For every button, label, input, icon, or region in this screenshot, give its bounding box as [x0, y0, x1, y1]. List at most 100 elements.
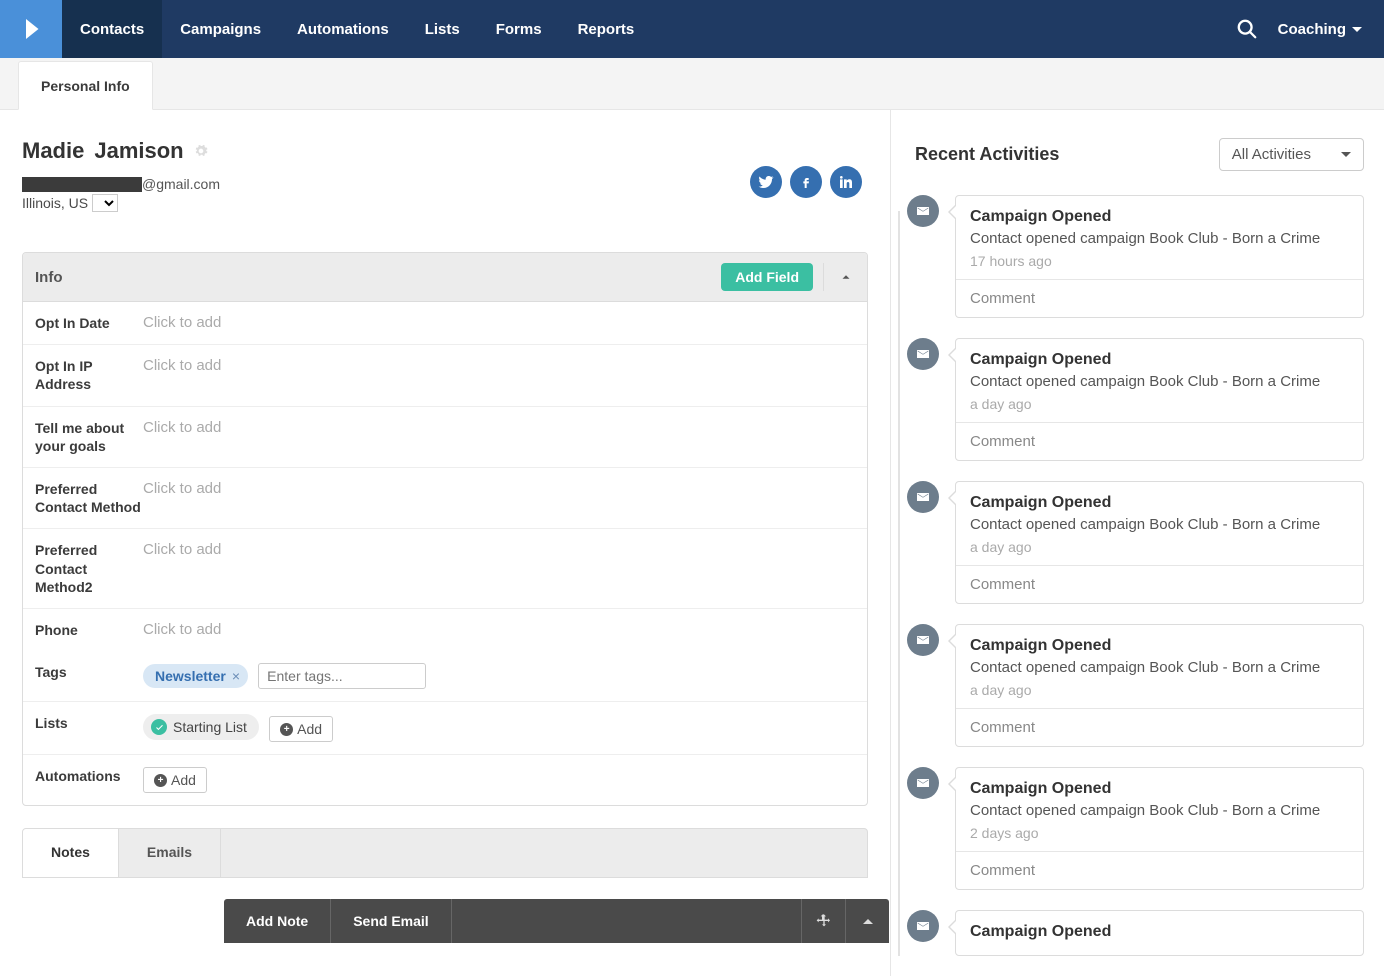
- list-chip[interactable]: Starting List: [143, 714, 259, 740]
- activity-title: Campaign Opened: [970, 923, 1349, 941]
- tags-input[interactable]: [258, 663, 426, 689]
- field-label: Preferred Contact Method: [35, 480, 143, 516]
- move-icon: [816, 913, 832, 929]
- add-field-button[interactable]: Add Field: [721, 263, 813, 291]
- activity-item: Campaign Opened Contact opened campaign B…: [947, 767, 1364, 890]
- activity-item: Campaign OpenedContact opened campaign B…: [947, 481, 1364, 604]
- collapse-toggle[interactable]: [823, 263, 867, 291]
- field-label: Tell me about your goals: [35, 419, 143, 455]
- list-label: Starting List: [173, 719, 247, 735]
- activity-description: Contact opened campaign Book Club - Born…: [970, 373, 1349, 390]
- activity-card: Campaign Opened Contact opened campaign B…: [955, 195, 1364, 318]
- mail-icon: [907, 767, 939, 799]
- contact-email[interactable]: @gmail.com: [22, 176, 868, 192]
- activity-title: Campaign Opened: [970, 208, 1349, 226]
- activity-time: 2 days ago: [970, 825, 1349, 841]
- add-note-button[interactable]: Add Note: [224, 899, 331, 943]
- nav-forms[interactable]: Forms: [478, 0, 560, 58]
- activity-item: Campaign OpenedContact opened campaign B…: [947, 624, 1364, 747]
- tab-emails[interactable]: Emails: [119, 829, 221, 877]
- tags-label: Tags: [35, 663, 143, 689]
- activity-item: Campaign Opened: [947, 910, 1364, 956]
- add-label: Add: [297, 721, 322, 737]
- location-select[interactable]: [92, 194, 118, 212]
- account-label: Coaching: [1278, 21, 1346, 38]
- expand-button[interactable]: [845, 899, 889, 943]
- activity-list: Campaign Opened Contact opened campaign B…: [915, 195, 1364, 956]
- field-value[interactable]: Click to add: [143, 419, 855, 455]
- activity-title: Campaign Opened: [970, 780, 1349, 798]
- activity-title: Campaign Opened: [970, 494, 1349, 512]
- activity-description: Contact opened campaign Book Club - Born…: [970, 230, 1349, 247]
- field-label: Opt In IP Address: [35, 357, 143, 393]
- activity-comment-input[interactable]: Comment: [956, 565, 1363, 603]
- activity-filter-select[interactable]: All Activities: [1219, 138, 1364, 171]
- nav-lists[interactable]: Lists: [407, 0, 478, 58]
- contact-panel: Madie Jamison @gmail.com Illinois, US: [0, 110, 890, 878]
- contact-first-name[interactable]: Madie: [22, 138, 84, 164]
- activity-time: 17 hours ago: [970, 253, 1349, 269]
- nav-reports[interactable]: Reports: [560, 0, 653, 58]
- info-panel: Info Add Field Opt In DateClick to addOp…: [22, 252, 868, 806]
- activity-title: Campaign Opened: [970, 637, 1349, 655]
- activity-description: Contact opened campaign Book Club - Born…: [970, 802, 1349, 819]
- contact-last-name[interactable]: Jamison: [94, 138, 183, 164]
- tab-personal-info[interactable]: Personal Info: [18, 61, 153, 110]
- info-field-row: Tell me about your goalsClick to add: [23, 407, 867, 468]
- gear-icon[interactable]: [194, 144, 208, 158]
- check-circle-icon: [151, 719, 167, 735]
- add-list-button[interactable]: + Add: [269, 716, 333, 742]
- chevron-up-icon: [839, 270, 853, 284]
- lists-row: Lists Starting List + Add: [23, 702, 867, 755]
- caret-down-icon: [1341, 152, 1351, 157]
- automations-row: Automations + Add: [23, 755, 867, 805]
- info-field-row: Preferred Contact Method2Click to add: [23, 529, 867, 609]
- activity-item: Campaign Opened Contact opened campaign B…: [947, 338, 1364, 461]
- activity-card: Campaign Opened: [955, 910, 1364, 956]
- redacted-text: [22, 177, 142, 192]
- twitter-icon[interactable]: [750, 166, 782, 198]
- info-field-row: Preferred Contact MethodClick to add: [23, 468, 867, 529]
- activity-comment-input[interactable]: Comment: [956, 851, 1363, 889]
- remove-tag-icon[interactable]: ×: [232, 668, 240, 684]
- tag-label: Newsletter: [155, 668, 226, 684]
- social-row: [750, 166, 862, 198]
- tab-notes[interactable]: Notes: [23, 829, 119, 877]
- caret-down-icon: [1352, 27, 1362, 32]
- facebook-icon[interactable]: [790, 166, 822, 198]
- nav-automations[interactable]: Automations: [279, 0, 407, 58]
- field-value[interactable]: Click to add: [143, 480, 855, 516]
- add-label: Add: [171, 772, 196, 788]
- lists-label: Lists: [35, 714, 143, 742]
- notes-emails-tabs: NotesEmails: [22, 828, 868, 878]
- field-label: Opt In Date: [35, 314, 143, 332]
- sub-tab-row: Personal Info: [0, 58, 1384, 110]
- mail-icon: [907, 481, 939, 513]
- add-automation-button[interactable]: + Add: [143, 767, 207, 793]
- activity-comment-input[interactable]: Comment: [956, 422, 1363, 460]
- activity-comment-input[interactable]: Comment: [956, 279, 1363, 317]
- activity-card: Campaign OpenedContact opened campaign B…: [955, 624, 1364, 747]
- bottom-action-bar: Add Note Send Email: [224, 899, 889, 943]
- move-handle[interactable]: [801, 899, 845, 943]
- field-value[interactable]: Click to add: [143, 541, 855, 596]
- tags-row: Tags Newsletter ×: [23, 651, 867, 702]
- field-value[interactable]: Click to add: [143, 357, 855, 393]
- activity-comment-input[interactable]: Comment: [956, 708, 1363, 746]
- field-value[interactable]: Click to add: [143, 314, 855, 332]
- field-value[interactable]: Click to add: [143, 621, 855, 639]
- plus-circle-icon: +: [280, 723, 293, 736]
- nav-campaigns[interactable]: Campaigns: [162, 0, 279, 58]
- info-field-row: PhoneClick to add: [23, 609, 867, 651]
- nav-contacts[interactable]: Contacts: [62, 0, 162, 58]
- activity-time: a day ago: [970, 682, 1349, 698]
- linkedin-icon[interactable]: [830, 166, 862, 198]
- caret-up-icon: [863, 919, 873, 924]
- search-icon[interactable]: [1236, 18, 1258, 40]
- contact-name: Madie Jamison: [22, 138, 868, 164]
- tag-chip[interactable]: Newsletter ×: [143, 664, 248, 688]
- send-email-button[interactable]: Send Email: [331, 899, 451, 943]
- activity-title: Campaign Opened: [970, 351, 1349, 369]
- app-logo[interactable]: [0, 0, 62, 58]
- account-menu[interactable]: Coaching: [1278, 21, 1362, 38]
